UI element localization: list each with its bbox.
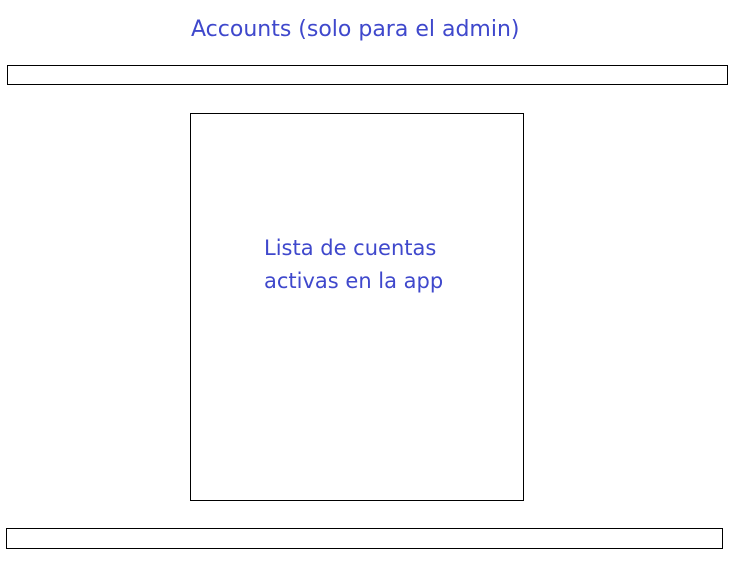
bottom-bar[interactable] [6, 528, 723, 549]
accounts-list-label-line-1: Lista de cuentas [264, 236, 437, 260]
top-bar[interactable] [7, 65, 728, 85]
accounts-list-label-line-2: activas en la app [264, 269, 444, 293]
accounts-list-panel[interactable]: Lista de cuentas activas en la app [190, 113, 524, 501]
accounts-list-placeholder: Lista de cuentas activas en la app [264, 232, 514, 298]
page-title: Accounts (solo para el admin) [191, 17, 520, 42]
